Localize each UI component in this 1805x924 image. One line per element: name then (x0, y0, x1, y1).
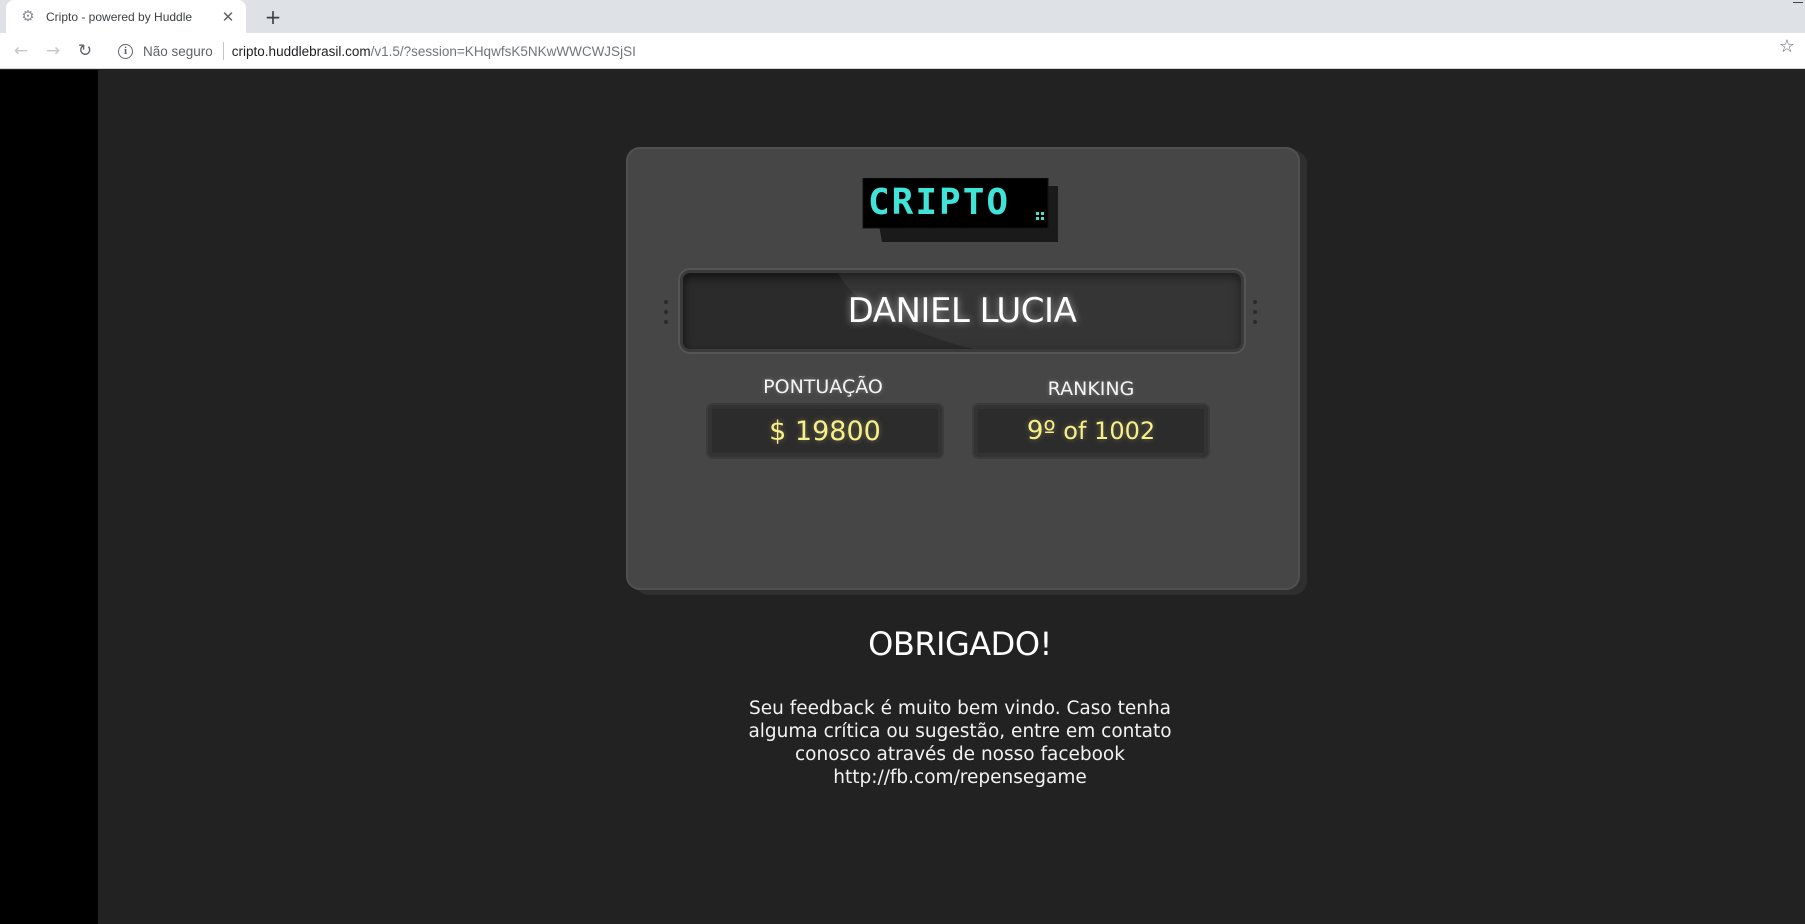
player-name: DANIEL LUCIA (847, 291, 1077, 331)
gear-favicon-icon: ⚙ (21, 7, 35, 25)
page-content: CRIPTO DANIEL LUCIA PONTUAÇÃO $ 19800 RA… (0, 70, 1805, 924)
tab-title: Cripto - powered by Huddle (46, 9, 193, 24)
logo-text: CRIPTO (868, 182, 1010, 223)
feedback-line: alguma crítica ou sugestão, entre em con… (748, 721, 1172, 742)
left-grip-icon (664, 300, 668, 324)
browser-toolbar: ← → ↻ i Não seguro cripto.huddlebrasil.c… (0, 33, 1805, 69)
feedback-message: Seu feedback é muito bem vindo. Caso ten… (700, 697, 1220, 789)
thank-you-title: OBRIGADO! (868, 625, 1052, 663)
url-domain[interactable]: cripto.huddlebrasil.com (232, 44, 371, 59)
window-minimize-button[interactable] (1793, 2, 1803, 3)
player-name-box: DANIEL LUCIA (680, 270, 1244, 352)
back-button[interactable]: ← (8, 38, 34, 64)
bookmark-star-icon[interactable]: ☆ (1779, 36, 1795, 57)
forward-button[interactable]: → (40, 38, 66, 64)
right-grip-icon (1253, 300, 1257, 324)
reload-button[interactable]: ↻ (72, 38, 98, 64)
feedback-line: conosco através de nosso facebook (795, 744, 1125, 765)
left-black-strip (0, 70, 98, 924)
close-tab-icon[interactable]: ✕ (218, 7, 238, 27)
security-status[interactable]: Não seguro (143, 44, 213, 59)
ranking-position: 9º (1026, 416, 1056, 446)
ranking-value: 9º of 1002 (974, 405, 1208, 457)
feedback-line: Seu feedback é muito bem vindo. Caso ten… (748, 698, 1172, 719)
facebook-link[interactable]: http://fb.com/repensegame (700, 766, 1220, 789)
url-path[interactable]: /v1.5/?session=KHqwfsK5NKwWWCWJSjSI (371, 44, 636, 59)
browser-tab-bar: ⚙ Cripto - powered by Huddle ✕ + (0, 0, 1805, 33)
new-tab-button[interactable]: + (260, 4, 286, 30)
address-separator (222, 42, 224, 60)
cripto-logo: CRIPTO (862, 178, 1058, 242)
ranking-total: of 1002 (1063, 417, 1156, 445)
address-bar[interactable]: i Não seguro cripto.huddlebrasil.com/v1.… (108, 38, 1788, 64)
info-icon[interactable]: i (118, 43, 133, 59)
browser-tab[interactable]: ⚙ Cripto - powered by Huddle ✕ (6, 0, 246, 33)
score-value: $ 19800 (708, 405, 942, 457)
ranking-label: RANKING (1047, 378, 1135, 400)
score-label: PONTUAÇÃO (763, 376, 883, 398)
